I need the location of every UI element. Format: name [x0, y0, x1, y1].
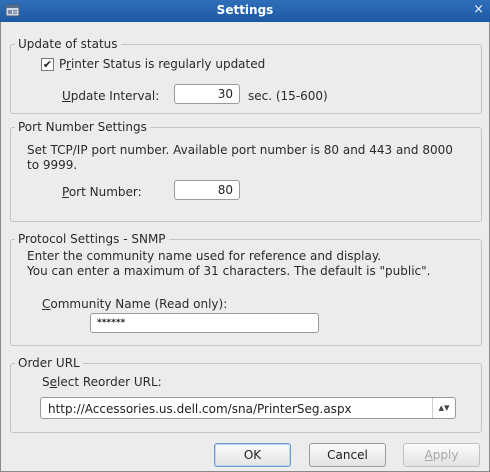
ok-button[interactable]: OK — [214, 443, 291, 467]
port-number-label: Port Number: — [62, 185, 142, 199]
update-interval-label: Update Interval: — [62, 89, 160, 103]
reorder-url-label: Select Reorder URL: — [42, 375, 162, 389]
update-interval-input[interactable]: 30 — [174, 84, 240, 104]
cancel-button[interactable]: Cancel — [309, 443, 386, 467]
order-url-legend: Order URL — [18, 356, 80, 370]
snmp-description-line1: Enter the community name used for refere… — [27, 249, 382, 263]
window-title: Settings — [216, 3, 274, 17]
update-interval-unit: sec. (15-600) — [248, 89, 328, 103]
port-description-line2: to 9999. — [27, 158, 78, 172]
status-update-checkbox-label[interactable]: Printer Status is regularly updated — [59, 57, 265, 71]
status-update-checkbox[interactable]: ✔ — [41, 58, 54, 71]
order-url-group: Order URL — [10, 356, 482, 433]
apply-button[interactable]: Apply — [403, 443, 480, 467]
reorder-url-value: http://Accessories.us.dell.com/sna/Print… — [48, 402, 352, 416]
community-name-label: Community Name (Read only): — [42, 297, 228, 311]
reorder-url-select[interactable]: http://Accessories.us.dell.com/sna/Print… — [40, 397, 456, 419]
update-status-legend: Update of status — [18, 37, 118, 51]
community-name-input[interactable]: ****** — [90, 313, 319, 333]
snmp-settings-legend: Protocol Settings - SNMP — [18, 232, 166, 246]
chevron-updown-icon: ▴▾ — [432, 398, 455, 418]
snmp-description-line2: You can enter a maximum of 31 characters… — [27, 264, 431, 278]
close-icon[interactable]: × — [473, 2, 484, 17]
port-number-input[interactable]: 80 — [174, 180, 240, 200]
port-description-line1: Set TCP/IP port number. Available port n… — [27, 143, 453, 157]
port-settings-group: Port Number Settings — [10, 120, 482, 222]
port-settings-legend: Port Number Settings — [18, 120, 147, 134]
title-bar: Settings × — [0, 0, 490, 22]
